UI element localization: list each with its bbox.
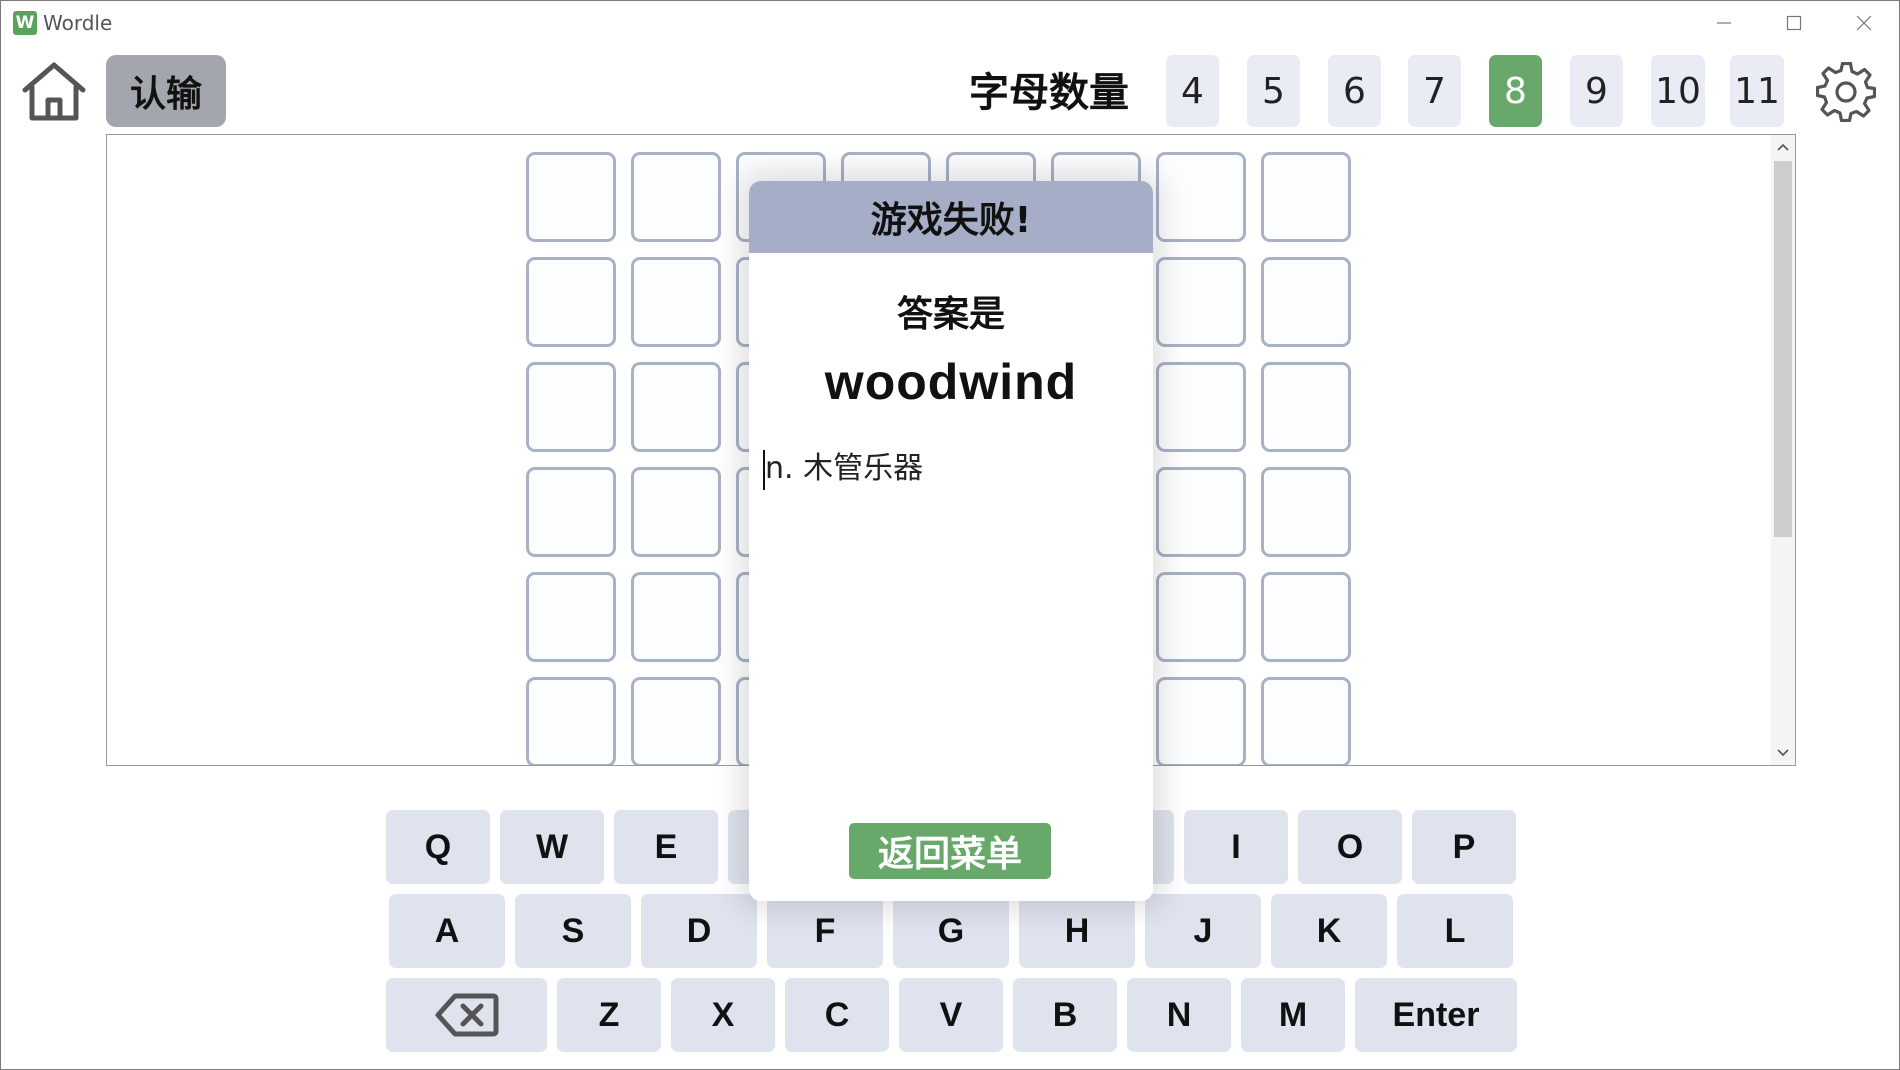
dialog-title: 游戏失败! [749, 181, 1153, 253]
scroll-down-icon[interactable] [1771, 741, 1795, 765]
letter-cell [1261, 152, 1351, 242]
length-option-11[interactable]: 11 [1730, 55, 1784, 127]
backspace-key[interactable] [386, 978, 547, 1052]
length-option-7[interactable]: 7 [1408, 55, 1461, 127]
letter-cell [631, 152, 721, 242]
enter-key[interactable]: Enter [1355, 978, 1517, 1052]
key-n[interactable]: N [1127, 978, 1231, 1052]
key-d[interactable]: D [641, 894, 757, 968]
key-v[interactable]: V [899, 978, 1003, 1052]
close-button[interactable] [1829, 1, 1899, 45]
key-f[interactable]: F [767, 894, 883, 968]
letter-cell [1156, 257, 1246, 347]
key-h[interactable]: H [1019, 894, 1135, 968]
letter-cell [1156, 572, 1246, 662]
gear-icon [1816, 62, 1876, 122]
key-b[interactable]: B [1013, 978, 1117, 1052]
key-c[interactable]: C [785, 978, 889, 1052]
length-option-4[interactable]: 4 [1166, 55, 1219, 127]
window-title: Wordle [43, 11, 113, 35]
letter-cell [1156, 467, 1246, 557]
back-to-menu-button[interactable]: 返回菜单 [849, 823, 1051, 879]
app-window: W Wordle 认输 字母数量 4 5 6 7 8 9 10 11 Q W E… [0, 0, 1900, 1070]
length-option-9[interactable]: 9 [1570, 55, 1623, 127]
letter-cell [631, 362, 721, 452]
letter-cell [526, 677, 616, 765]
letter-cell [1261, 362, 1351, 452]
vertical-scrollbar[interactable] [1771, 135, 1795, 765]
letter-cell [526, 152, 616, 242]
letter-cell [526, 572, 616, 662]
key-k[interactable]: K [1271, 894, 1387, 968]
home-icon [22, 62, 86, 121]
key-s[interactable]: S [515, 894, 631, 968]
letter-cell [631, 467, 721, 557]
letter-cell [1261, 677, 1351, 765]
letter-cell [1261, 467, 1351, 557]
game-over-dialog: 游戏失败! 答案是 woodwind n. 木管乐器 返回菜单 [749, 181, 1153, 901]
length-option-10[interactable]: 10 [1651, 55, 1705, 127]
letter-cell [631, 572, 721, 662]
key-w[interactable]: W [500, 810, 604, 884]
letter-cell [526, 467, 616, 557]
key-x[interactable]: X [671, 978, 775, 1052]
key-e[interactable]: E [614, 810, 718, 884]
key-a[interactable]: A [389, 894, 505, 968]
letter-count-label: 字母数量 [969, 70, 1129, 116]
letter-cell [1261, 572, 1351, 662]
answer-label: 答案是 [896, 294, 1005, 335]
definition-value: n. 木管乐器 [765, 451, 924, 486]
key-m[interactable]: M [1241, 978, 1345, 1052]
length-option-5[interactable]: 5 [1247, 55, 1300, 127]
letter-cell [1156, 677, 1246, 765]
maximize-icon [1786, 15, 1802, 31]
key-q[interactable]: Q [386, 810, 490, 884]
length-option-6[interactable]: 6 [1328, 55, 1381, 127]
length-option-8[interactable]: 8 [1489, 55, 1542, 127]
key-j[interactable]: J [1145, 894, 1261, 968]
letter-cell [631, 677, 721, 765]
scroll-up-icon[interactable] [1771, 135, 1795, 159]
app-logo-icon: W [13, 11, 37, 35]
definition-text[interactable]: n. 木管乐器 [763, 443, 923, 490]
key-z[interactable]: Z [557, 978, 661, 1052]
letter-cell [1261, 257, 1351, 347]
close-icon [1856, 15, 1872, 31]
letter-cell [1156, 362, 1246, 452]
backspace-icon [435, 993, 498, 1037]
give-up-button[interactable]: 认输 [106, 55, 226, 127]
minimize-button[interactable] [1689, 1, 1759, 45]
home-button[interactable] [19, 58, 89, 126]
key-o[interactable]: O [1298, 810, 1402, 884]
title-bar: W Wordle [1, 1, 1899, 45]
minimize-icon [1717, 22, 1731, 24]
key-l[interactable]: L [1397, 894, 1513, 968]
answer-word: woodwind [824, 354, 1078, 410]
key-g[interactable]: G [893, 894, 1009, 968]
letter-cell [526, 257, 616, 347]
scrollbar-thumb[interactable] [1774, 161, 1792, 537]
letter-cell [631, 257, 721, 347]
key-p[interactable]: P [1412, 810, 1516, 884]
letter-cell [526, 362, 616, 452]
key-i[interactable]: I [1184, 810, 1288, 884]
maximize-button[interactable] [1759, 1, 1829, 45]
letter-cell [1156, 152, 1246, 242]
settings-button[interactable] [1813, 59, 1879, 125]
